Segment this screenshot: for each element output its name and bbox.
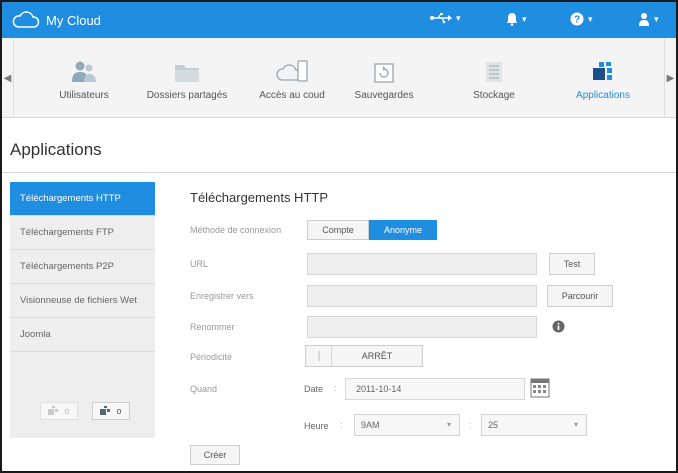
- browse-button[interactable]: Parcourir: [547, 285, 613, 307]
- nav-item-users[interactable]: Utilisateurs: [54, 56, 114, 101]
- method-toggle: Compte Anonyme: [307, 220, 437, 240]
- top-bar: My Cloud ▾ ▾ ? ▾ ▾: [2, 2, 676, 38]
- brand[interactable]: My Cloud: [10, 10, 101, 30]
- minute-value: 25: [488, 420, 499, 430]
- nav-prev-button[interactable]: ◀: [2, 38, 14, 118]
- chevron-right-icon: ▶: [666, 72, 675, 84]
- apps-icon: [48, 406, 59, 415]
- colon-separator: :: [340, 420, 343, 430]
- bell-icon: [507, 13, 517, 26]
- minute-select[interactable]: 25 ▾: [481, 414, 587, 436]
- chevron-down-icon: ▾: [654, 13, 659, 24]
- nav-label: Stockage: [473, 90, 515, 101]
- help-icon: ?: [570, 12, 584, 26]
- chevron-down-icon: ▾: [446, 420, 451, 429]
- nav-label: Applications: [576, 90, 630, 101]
- app-list-item-web-viewer[interactable]: Visionneuse de fichiers Wet: [10, 284, 155, 318]
- add-app-button[interactable]: o: [92, 402, 130, 420]
- app-list: Téléchargements HTTP Téléchargements FTP…: [10, 182, 155, 438]
- usb-menu[interactable]: ▾: [430, 12, 461, 24]
- page-title: Applications: [10, 140, 102, 159]
- info-icon[interactable]: [552, 320, 565, 333]
- divider: [2, 172, 676, 173]
- rename-input[interactable]: [307, 316, 537, 338]
- date-value: 2011-10-14: [356, 384, 402, 394]
- nav-item-storage[interactable]: Stockage: [464, 56, 524, 101]
- periodicity-toggle[interactable]: ARRÊT: [305, 345, 423, 367]
- app-list-item-ftp[interactable]: Téléchargements FTP: [10, 216, 155, 250]
- method-anonymous-option[interactable]: Anonyme: [369, 220, 437, 240]
- app-list-actions: o o: [40, 402, 130, 420]
- nav-label: Dossiers partagés: [146, 90, 228, 101]
- time-label: Heure: [304, 421, 329, 431]
- chevron-down-icon: ▾: [456, 12, 461, 23]
- nav-label: Sauvegardes: [354, 90, 414, 101]
- user-menu[interactable]: ▾: [638, 12, 659, 26]
- chevron-down-icon: ▾: [573, 420, 578, 429]
- date-label: Date: [304, 384, 324, 394]
- nav-label: Accès au coud: [259, 90, 325, 101]
- app-window: My Cloud ▾ ▾ ? ▾ ▾ ◀ Utilisateurs Dossie…: [0, 0, 678, 473]
- cloud-device-icon: [276, 60, 308, 82]
- create-button[interactable]: Créer: [190, 445, 240, 465]
- plus-icon: o: [116, 406, 122, 416]
- colon-separator: :: [469, 420, 472, 430]
- folder-icon: [175, 65, 199, 82]
- nav-item-cloud-access[interactable]: Accès au coud: [252, 56, 332, 101]
- colon-separator: :: [334, 383, 337, 393]
- url-input[interactable]: [307, 253, 537, 275]
- nav-next-button[interactable]: ▶: [664, 38, 676, 118]
- remove-app-button[interactable]: o: [40, 402, 78, 420]
- rename-label: Renommer: [190, 322, 235, 332]
- notifications-menu[interactable]: ▾: [506, 12, 527, 26]
- minus-icon: o: [64, 406, 70, 416]
- method-account-option[interactable]: Compte: [307, 220, 369, 240]
- apps-icon: [100, 406, 111, 415]
- toggle-handle-icon: [306, 346, 332, 366]
- help-menu[interactable]: ? ▾: [570, 12, 593, 26]
- chevron-down-icon: ▾: [588, 13, 593, 24]
- hour-value: 9AM: [361, 420, 380, 430]
- method-label: Méthode de connexion: [190, 225, 282, 235]
- chevron-left-icon: ◀: [3, 72, 12, 84]
- users-icon: [72, 61, 96, 82]
- backup-icon: [374, 63, 394, 83]
- periodicity-value: ARRÊT: [361, 351, 393, 361]
- nav-item-applications[interactable]: Applications: [570, 56, 636, 101]
- toggle-grip-icon: [318, 351, 319, 361]
- app-title: My Cloud: [46, 12, 101, 28]
- chevron-down-icon: ▾: [522, 13, 527, 24]
- periodicity-label: Périodicité: [190, 352, 233, 362]
- nav-item-backups[interactable]: Sauvegardes: [344, 56, 424, 101]
- cloud-logo-icon: [12, 11, 40, 28]
- date-input[interactable]: 2011-10-14: [345, 378, 525, 400]
- save-to-label: Enregistrer vers: [190, 291, 254, 301]
- app-list-item-p2p[interactable]: Téléchargements P2P: [10, 250, 155, 284]
- app-list-item-http[interactable]: Téléchargements HTTP: [10, 182, 155, 216]
- calendar-icon[interactable]: [530, 378, 550, 398]
- nav-label: Utilisateurs: [59, 90, 109, 101]
- usb-icon: [430, 13, 452, 24]
- main-nav: ◀ Utilisateurs Dossiers partagés Accès a…: [2, 38, 676, 118]
- svg-text:?: ?: [574, 15, 580, 26]
- save-to-input[interactable]: [307, 285, 537, 307]
- storage-icon: [486, 62, 502, 82]
- test-button[interactable]: Test: [549, 253, 595, 275]
- nav-item-shares[interactable]: Dossiers partagés: [142, 56, 232, 101]
- user-icon: [639, 13, 649, 26]
- form-title: Téléchargements HTTP: [190, 190, 328, 205]
- hour-select[interactable]: 9AM ▾: [354, 414, 460, 436]
- url-label: URL: [190, 259, 209, 269]
- when-label: Quand: [190, 384, 218, 394]
- app-list-item-joomla[interactable]: Joomla: [10, 318, 155, 352]
- apps-icon: [593, 62, 612, 80]
